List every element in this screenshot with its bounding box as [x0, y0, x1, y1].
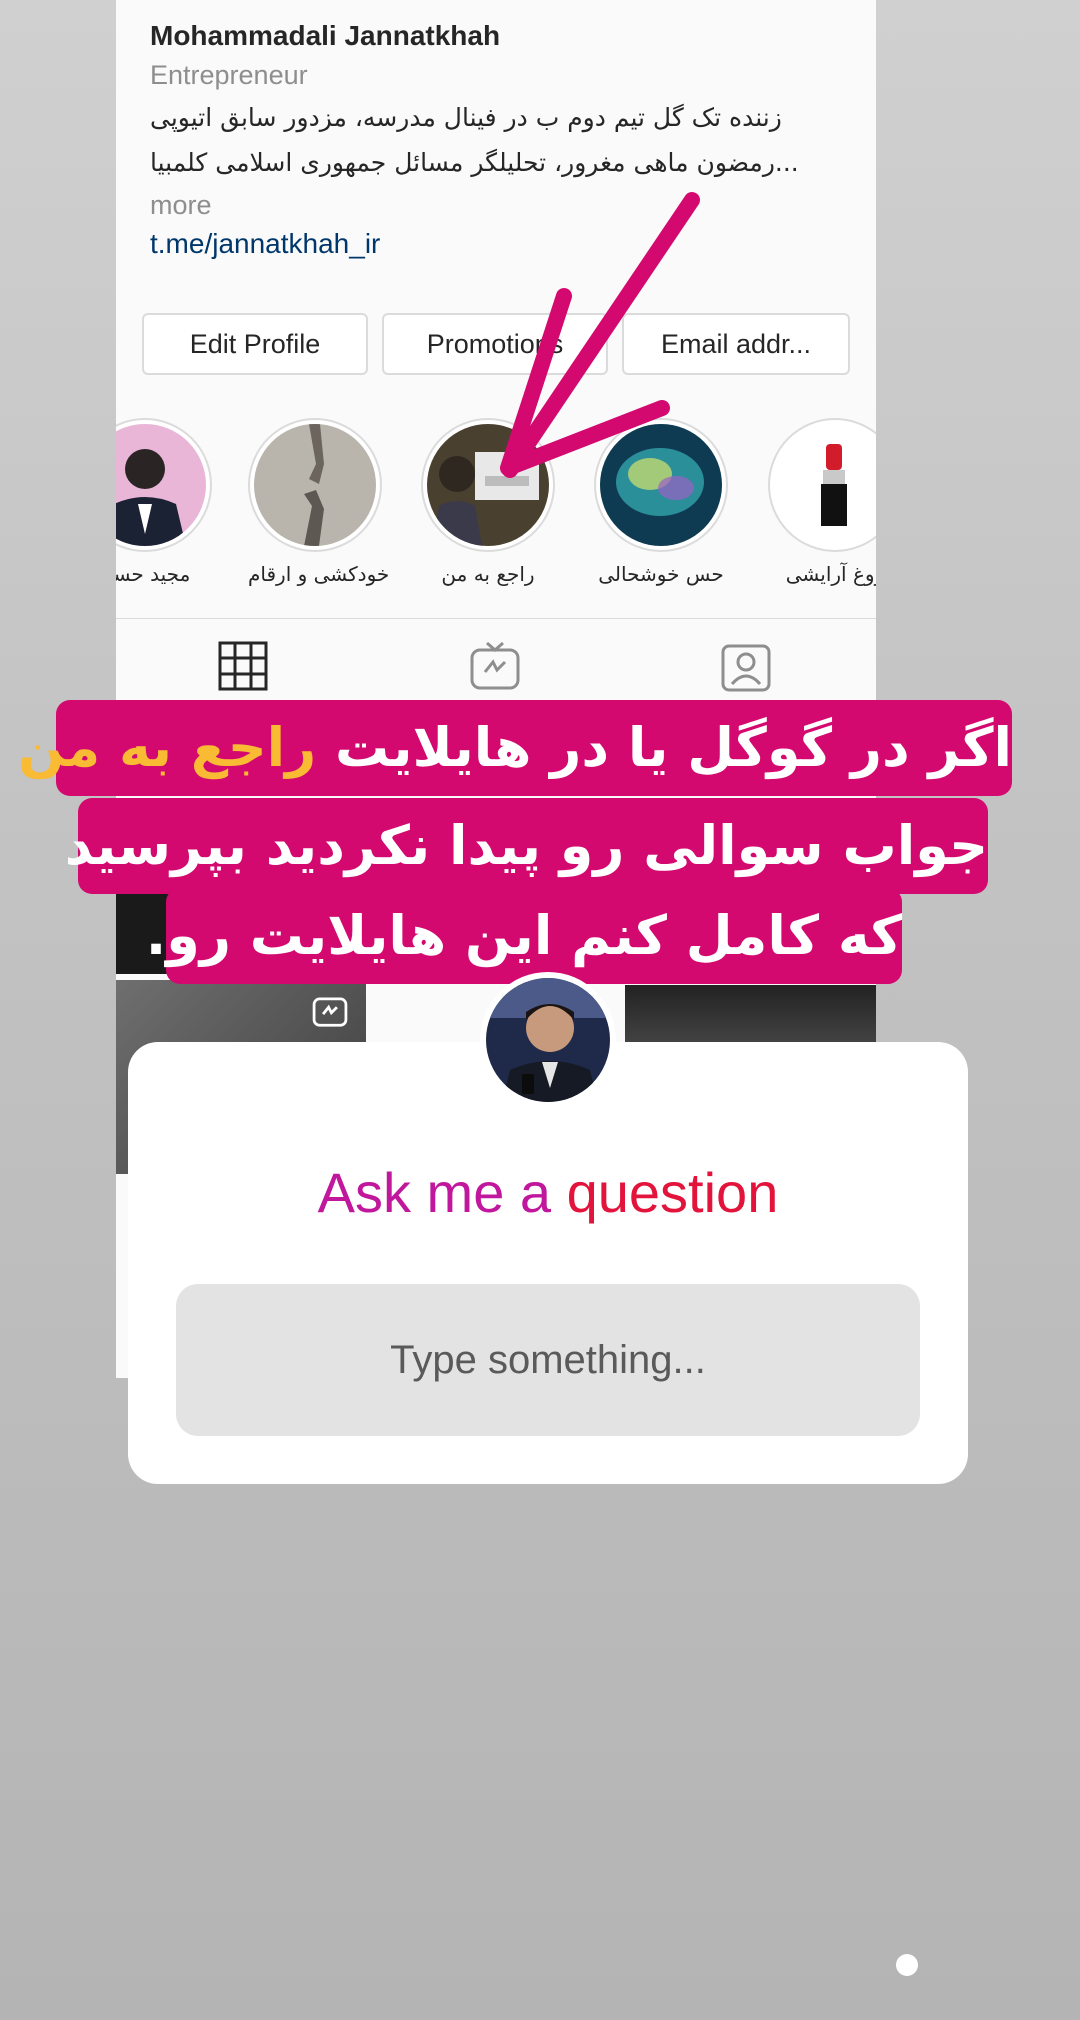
highlight-ring	[421, 418, 555, 552]
highlight-suicide[interactable]: خودکشی و ارقام	[248, 418, 390, 586]
highlight-thumbnail	[600, 424, 722, 546]
banner-text: اگر در گوگل یا در هایلایت	[316, 716, 1012, 779]
question-sticker[interactable]: Ask me a question Type something...	[128, 1042, 968, 1484]
edit-profile-button[interactable]: Edit Profile	[142, 313, 368, 375]
highlight-label: راجع به من	[441, 562, 535, 586]
highlight-thumbnail	[774, 424, 876, 546]
banner-line-3: که کامل کنم این هایلایت رو.	[146, 888, 902, 984]
highlight-ring	[116, 418, 212, 552]
highlight-thumbnail	[116, 424, 206, 546]
promotions-button[interactable]: Promotions	[382, 313, 608, 375]
profile-category: Entrepreneur	[150, 60, 308, 90]
grid-icon[interactable]	[217, 640, 269, 692]
highlight-ring	[768, 418, 876, 552]
highlight-about-me[interactable]: راجع به من	[421, 418, 555, 586]
highlight-majid[interactable]: !مجید حسـ	[116, 418, 212, 586]
highlight-ring	[248, 418, 382, 552]
highlight-label: روغ آرایشی	[785, 562, 876, 586]
highlight-thumbnail	[427, 424, 549, 546]
profile-name: Mohammadali Jannatkhah	[150, 20, 501, 51]
highlight-cosmetics[interactable]: روغ آرایشی	[768, 418, 876, 586]
igtv-icon[interactable]	[469, 640, 521, 692]
bio-line-2: رمضون ماهی مغرور، تحلیلگر مسائل جمهوری ا…	[150, 148, 799, 177]
sticker-title-part1: Ask me a	[317, 1161, 567, 1224]
profile-link[interactable]: t.me/jannatkhah_ir	[150, 228, 380, 260]
post-thumbnail[interactable]	[625, 985, 876, 1045]
email-button[interactable]: Email addr...	[622, 313, 850, 375]
highlight-thumbnail	[254, 424, 376, 546]
bio-line-1: زننده تک گل تیم دوم ب در فینال مدرسه، مز…	[150, 103, 782, 132]
highlight-ring	[594, 418, 728, 552]
banner-line-2: جواب سوالی رو پیدا نکردید بپرسید	[65, 798, 988, 894]
banner-line-1: اگر در گوگل یا در هایلایت راجع به من	[18, 700, 1012, 796]
highlight-label: خودکشی و ارقام	[248, 562, 390, 586]
highlight-happiness[interactable]: حس خوشحالی	[594, 418, 728, 586]
indicator-dot	[896, 1954, 918, 1976]
igtv-icon	[312, 997, 348, 1027]
bio-more-link[interactable]: more	[150, 190, 212, 221]
sticker-title-part2: question	[566, 1161, 779, 1224]
highlight-label: !مجید حسـ	[116, 562, 191, 586]
profile-bio: زننده تک گل تیم دوم ب در فینال مدرسه، مز…	[150, 95, 830, 185]
avatar	[480, 972, 616, 1108]
banner-highlight-text: راجع به من	[18, 716, 317, 779]
divider	[116, 618, 876, 619]
highlight-label: حس خوشحالی	[598, 562, 724, 586]
sticker-title: Ask me a question	[128, 1160, 968, 1225]
tagged-icon[interactable]	[720, 640, 772, 692]
question-input[interactable]: Type something...	[176, 1284, 920, 1436]
